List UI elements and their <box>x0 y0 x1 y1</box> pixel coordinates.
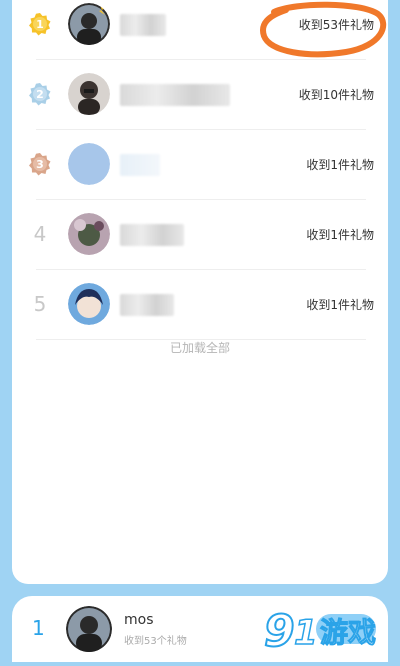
avatar[interactable] <box>68 213 110 255</box>
username-blurred <box>120 224 184 246</box>
rank-number: 2 <box>36 87 44 101</box>
svg-text:1: 1 <box>294 613 318 653</box>
svg-text:游戏: 游戏 <box>320 616 376 649</box>
my-gift-count: 收到53个礼物 <box>124 636 187 647</box>
rank-number: 4 <box>33 222 47 246</box>
ranking-card: 1 收到53件礼物 2 收到10件礼物 3 收到1件礼物 4 收到1件礼物 5 … <box>12 0 388 584</box>
avatar[interactable] <box>68 143 110 185</box>
svg-text:9: 9 <box>264 606 295 657</box>
annotation-circle <box>260 1 387 58</box>
my-rank: 1 <box>32 616 45 640</box>
avatar[interactable] <box>68 3 110 45</box>
ranking-row[interactable]: 2 收到10件礼物 <box>12 60 388 130</box>
username-blurred <box>120 14 166 36</box>
loaded-all-text: 已加载全部 <box>169 341 230 355</box>
rank-number: 1 <box>36 17 44 31</box>
username-blurred <box>120 154 160 176</box>
ranking-row[interactable]: 4 收到1件礼物 <box>12 200 388 270</box>
gift-count: 收到10件礼物 <box>298 88 374 102</box>
rank-badge: 4 <box>28 222 52 246</box>
gift-count: 收到1件礼物 <box>306 228 374 242</box>
watermark-icon: 9 1 游戏 91danji.com <box>263 605 382 661</box>
rank-number: 5 <box>33 292 47 316</box>
my-avatar[interactable] <box>66 606 112 652</box>
ranking-row[interactable]: 3 收到1件礼物 <box>12 130 388 200</box>
watermark-logo: 9 1 游戏 91danji.com <box>263 604 394 662</box>
gift-count: 收到1件礼物 <box>306 298 374 312</box>
rank-badge: 5 <box>28 292 52 316</box>
rank-number: 3 <box>36 157 44 171</box>
avatar[interactable] <box>68 73 110 115</box>
svg-text:91danji.com: 91danji.com <box>320 650 382 661</box>
ranking-row[interactable]: 5 收到1件礼物 <box>12 270 388 340</box>
username-blurred <box>120 84 230 106</box>
rank-badge: 3 <box>28 152 52 176</box>
rank-badge: 2 <box>28 82 52 106</box>
my-name: mos <box>124 612 154 628</box>
gift-count: 收到1件礼物 <box>306 158 374 172</box>
avatar[interactable] <box>68 283 110 325</box>
username-blurred <box>120 294 174 316</box>
rank-badge: 1 <box>28 12 52 36</box>
